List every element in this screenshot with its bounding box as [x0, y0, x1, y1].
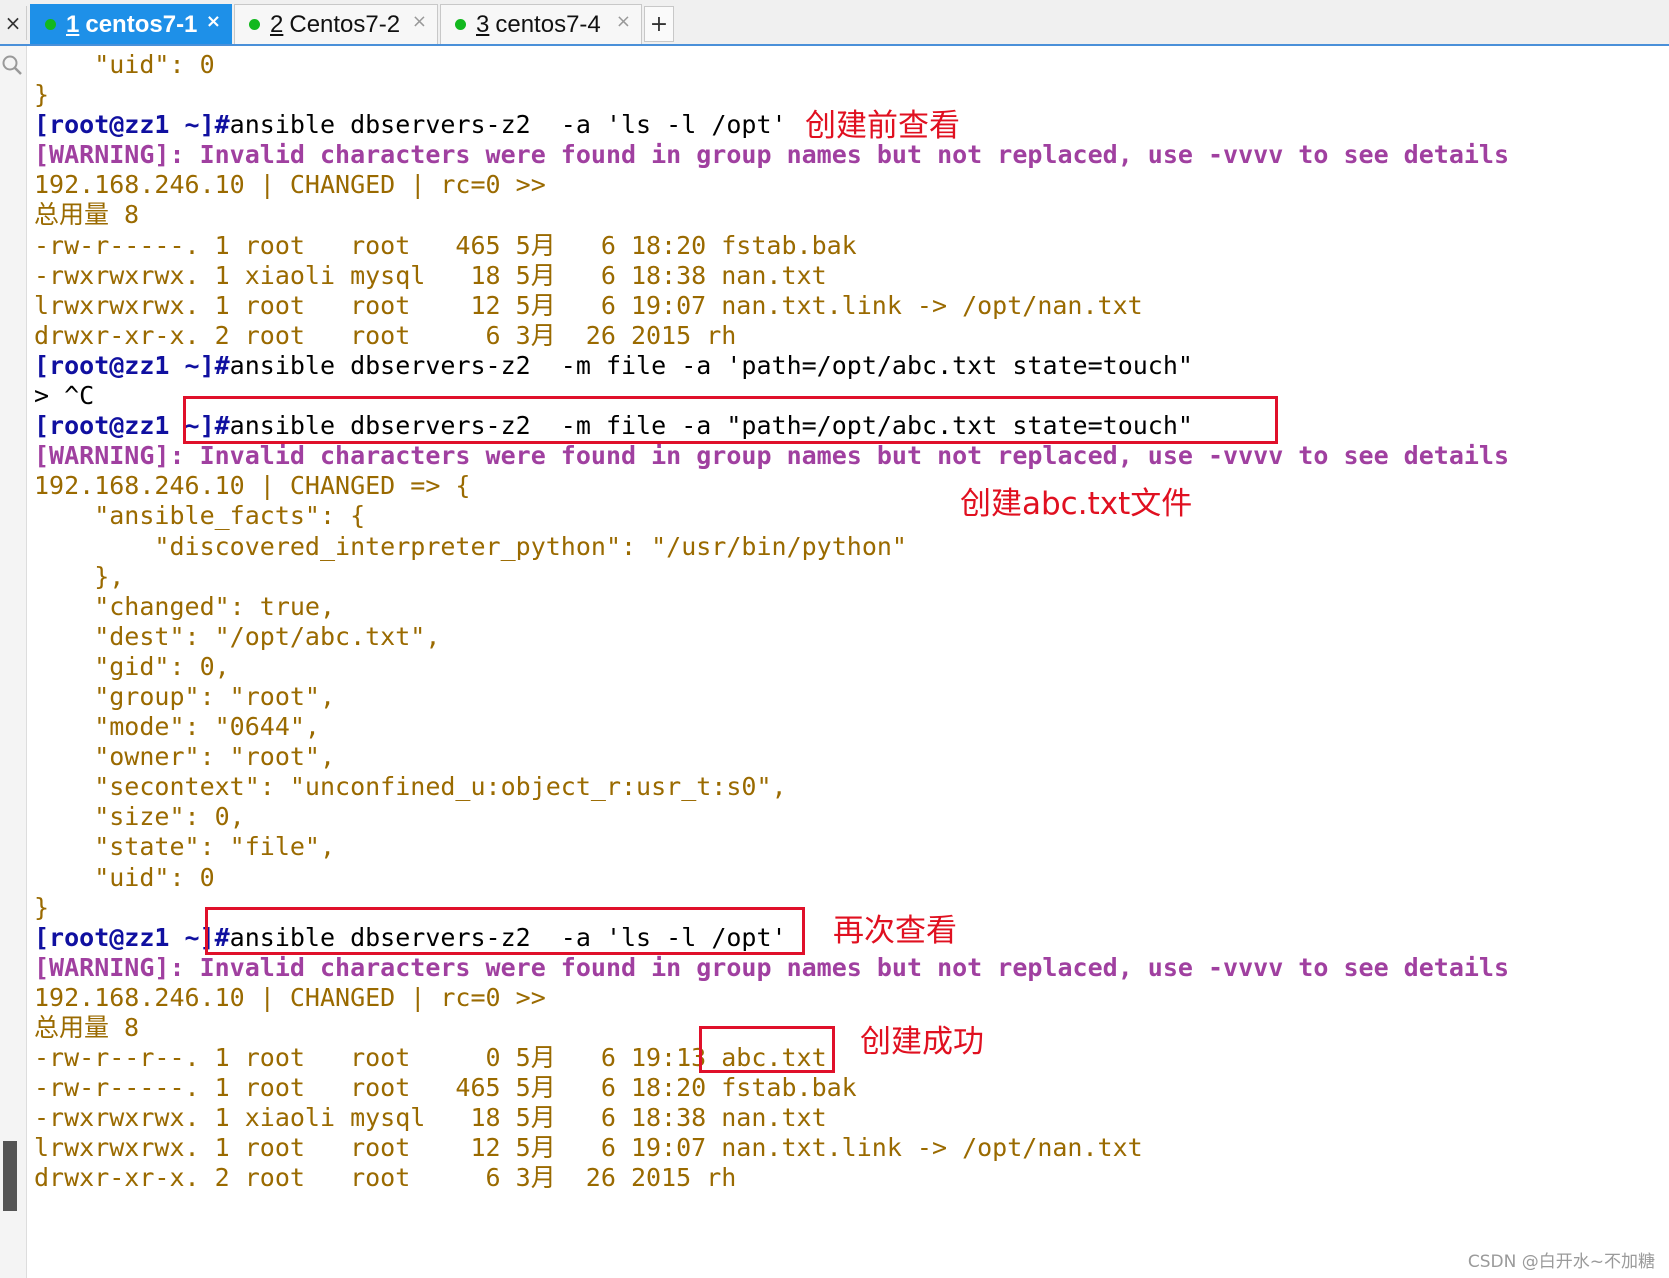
- tab-bar: × 1 centos7-1 × 2 Centos7-2 × 3 centos7-…: [0, 0, 1669, 46]
- terminal-line: drwxr-xr-x. 2 root root 6 3月 26 2015 rh: [34, 321, 1664, 351]
- tab-number: 2: [270, 10, 284, 38]
- terminal-line: -rwxrwxrwx. 1 xiaoli mysql 18 5月 6 18:38…: [34, 1103, 1664, 1133]
- terminal-line: 192.168.246.10 | CHANGED => {: [34, 471, 1664, 501]
- output-text: "owner": "root",: [34, 742, 336, 772]
- output-text: -rwxrwxrwx. 1 xiaoli mysql 18 5月 6 18:38…: [34, 1103, 827, 1133]
- shell-prompt: [root@zz1 ~]#: [34, 350, 230, 380]
- tab-label: Centos7-2: [289, 10, 401, 38]
- output-text: -rw-r-----. 1 root root 465 5月 6 18:20 f…: [34, 230, 857, 260]
- close-panel-button[interactable]: ×: [0, 6, 27, 40]
- terminal-line: -rw-r-----. 1 root root 465 5月 6 18:20 f…: [34, 1073, 1664, 1103]
- status-dot-icon: [45, 19, 56, 30]
- output-text: lrwxrwxrwx. 1 root root 12 5月 6 19:07 na…: [34, 1133, 1143, 1163]
- output-text: 192.168.246.10 | CHANGED => {: [34, 471, 471, 501]
- terminal-line: "owner": "root",: [34, 742, 1664, 772]
- output-text: drwxr-xr-x. 2 root root 6 3月 26 2015 rh: [34, 320, 737, 350]
- terminal-line: lrwxrwxrwx. 1 root root 12 5月 6 19:07 na…: [34, 291, 1664, 321]
- output-text: "state": "file",: [34, 832, 336, 862]
- output-text: 192.168.246.10 | CHANGED | rc=0 >>: [34, 982, 546, 1012]
- tab-centos7-1[interactable]: 1 centos7-1 ×: [30, 4, 232, 44]
- output-text: }: [34, 80, 50, 110]
- output-text: "size": 0,: [34, 802, 245, 832]
- command-text: ansible dbservers-z2 -m file -a 'path=/o…: [229, 350, 1193, 380]
- terminal-line: "uid": 0: [34, 863, 1664, 893]
- terminal-line: },: [34, 562, 1664, 592]
- annotation-create-file: 创建abc.txt文件: [960, 486, 1193, 522]
- warning-text: [WARNING]: Invalid characters were found…: [34, 952, 1510, 982]
- output-text: "uid": 0: [34, 862, 215, 892]
- tab-label: centos7-1: [85, 10, 198, 38]
- highlight-create-command-box: [183, 396, 1278, 444]
- output-text: "gid": 0,: [34, 651, 230, 681]
- close-icon[interactable]: ×: [616, 11, 631, 32]
- terminal-line: 192.168.246.10 | CHANGED | rc=0 >>: [34, 170, 1664, 200]
- watermark: CSDN @白开水~不加糖: [1467, 1252, 1655, 1272]
- warning-text: [WARNING]: Invalid characters were found…: [34, 441, 1510, 471]
- output-text: },: [34, 561, 125, 591]
- output-text: drwxr-xr-x. 2 root root 6 3月 26 2015 rh: [34, 1163, 737, 1193]
- terminal-line: "secontext": "unconfined_u:object_r:usr_…: [34, 772, 1664, 802]
- tab-label: centos7-4: [495, 10, 601, 38]
- output-text: "group": "root",: [34, 681, 336, 711]
- tab-number: 1: [66, 10, 80, 38]
- side-toolbar: [0, 46, 27, 1278]
- search-icon[interactable]: [1, 54, 23, 81]
- output-text: }: [34, 892, 50, 922]
- terminal-line: "mode": "0644",: [34, 712, 1664, 742]
- terminal-line: drwxr-xr-x. 2 root root 6 3月 26 2015 rh: [34, 1163, 1664, 1193]
- terminal-line: "discovered_interpreter_python": "/usr/b…: [34, 532, 1664, 562]
- terminal-line: "group": "root",: [34, 682, 1664, 712]
- output-text: "secontext": "unconfined_u:object_r:usr_…: [34, 772, 787, 802]
- command-text: ansible dbservers-z2 -a 'ls -l /opt': [229, 110, 787, 140]
- output-text: "ansible_facts": {: [34, 501, 366, 531]
- output-text: -rw-r-----. 1 root root 465 5月 6 18:20 f…: [34, 1073, 857, 1103]
- close-icon[interactable]: ×: [412, 11, 427, 32]
- output-text: 总用量 8: [34, 1013, 140, 1042]
- highlight-check-again-box: [205, 907, 805, 955]
- terminal-line: lrwxrwxrwx. 1 root root 12 5月 6 19:07 na…: [34, 1133, 1664, 1163]
- terminal-line: 192.168.246.10 | CHANGED | rc=0 >>: [34, 983, 1664, 1013]
- terminal-line: "changed": true,: [34, 592, 1664, 622]
- terminal-line: "dest": "/opt/abc.txt",: [34, 622, 1664, 652]
- status-dot-icon: [249, 19, 260, 30]
- terminal-line: "state": "file",: [34, 832, 1664, 862]
- output-text: lrwxrwxrwx. 1 root root 12 5月 6 19:07 na…: [34, 290, 1143, 320]
- terminal-line: [WARNING]: Invalid characters were found…: [34, 441, 1664, 471]
- terminal-line: -rw-r-----. 1 root root 465 5月 6 18:20 f…: [34, 231, 1664, 261]
- status-dot-icon: [455, 19, 466, 30]
- terminal-line: "gid": 0,: [34, 652, 1664, 682]
- output-text: 总用量 8: [34, 200, 140, 230]
- warning-text: [WARNING]: Invalid characters were found…: [34, 140, 1510, 170]
- close-icon[interactable]: ×: [206, 11, 221, 32]
- scrollbar-thumb[interactable]: [3, 1141, 17, 1211]
- terminal-line: -rwxrwxrwx. 1 xiaoli mysql 18 5月 6 18:38…: [34, 261, 1664, 291]
- terminal-line: "size": 0,: [34, 802, 1664, 832]
- output-text: "discovered_interpreter_python": "/usr/b…: [34, 531, 907, 561]
- output-text: "mode": "0644",: [34, 712, 320, 742]
- tab-centos7-2[interactable]: 2 Centos7-2 ×: [234, 4, 438, 44]
- terminal-line: [WARNING]: Invalid characters were found…: [34, 953, 1664, 983]
- shell-prompt: [root@zz1 ~]#: [34, 110, 230, 140]
- annotation-check-again: 再次查看: [833, 913, 957, 949]
- output-text: "uid": 0: [34, 50, 215, 79]
- output-text: "changed": true,: [34, 591, 336, 621]
- terminal-line: [root@zz1 ~]#ansible dbservers-z2 -m fil…: [34, 351, 1664, 381]
- terminal-line: -rw-r--r--. 1 root root 0 5月 6 19:13 abc…: [34, 1043, 1664, 1073]
- tab-centos7-4[interactable]: 3 centos7-4 ×: [440, 4, 642, 44]
- new-tab-button[interactable]: +: [644, 6, 674, 42]
- annotation-before-check: 创建前查看: [805, 108, 960, 144]
- output-text: > ^C: [34, 381, 95, 411]
- output-text: 192.168.246.10 | CHANGED | rc=0 >>: [34, 170, 546, 200]
- output-text: -rwxrwxrwx. 1 xiaoli mysql 18 5月 6 18:38…: [34, 260, 827, 290]
- terminal-line: 总用量 8: [34, 200, 1664, 230]
- output-text: "dest": "/opt/abc.txt",: [34, 621, 441, 651]
- terminal-line: "uid": 0: [34, 50, 1664, 80]
- terminal-output[interactable]: "uid": 0} [root@zz1 ~]#ansible dbservers-…: [34, 50, 1664, 1194]
- annotation-success: 创建成功: [860, 1024, 984, 1060]
- terminal-line: "ansible_facts": {: [34, 501, 1664, 531]
- tab-number: 3: [476, 10, 490, 38]
- terminal-line: 总用量 8: [34, 1013, 1664, 1043]
- highlight-abc-file-box: [699, 1026, 835, 1073]
- shell-prompt: [root@zz1 ~]#: [34, 922, 230, 952]
